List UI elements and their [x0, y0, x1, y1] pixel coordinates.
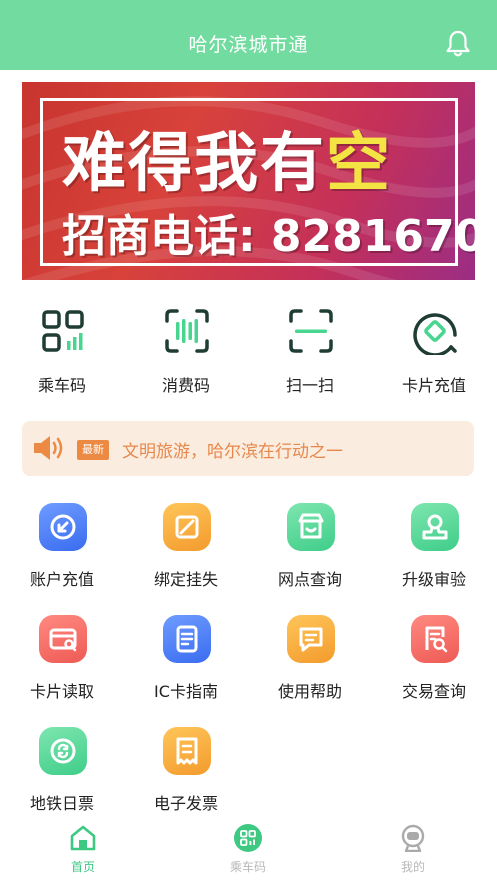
quick-scan[interactable]: 扫一扫: [248, 303, 372, 403]
ad-banner[interactable]: 难得我有空 招商电话: 82816700: [22, 82, 475, 280]
home-icon: [70, 825, 96, 851]
service-account-recharge[interactable]: 账户充值: [0, 503, 124, 603]
news-badge: 最新: [77, 440, 109, 460]
tab-profile[interactable]: 我的: [358, 824, 468, 880]
page-title: 哈尔滨城市通: [188, 34, 309, 56]
service-label: IC卡指南: [154, 682, 218, 701]
tab-home-label: 首页: [70, 860, 95, 874]
quick-payment-code-label: 消费码: [161, 376, 210, 395]
banner-headline: 难得我有空: [62, 112, 392, 204]
banner-phone: 招商电话: 82816700: [62, 211, 475, 262]
service-label: 网点查询: [277, 570, 342, 589]
service-help[interactable]: 使用帮助: [248, 615, 372, 715]
tab-ride-code[interactable]: 乘车码: [193, 824, 303, 880]
bell-icon[interactable]: [445, 30, 471, 58]
card-recharge-icon: [413, 313, 457, 355]
service-transaction-search[interactable]: 交易查询: [372, 615, 496, 715]
quick-card-recharge-label: 卡片充值: [401, 376, 466, 395]
card-read-icon: [39, 615, 87, 663]
ic-card-guide-icon: [163, 615, 211, 663]
qr-code-icon: [42, 310, 84, 352]
service-e-invoice[interactable]: 电子发票: [124, 727, 248, 827]
service-card-read[interactable]: 卡片读取: [0, 615, 124, 715]
service-upgrade-verify[interactable]: 升级审验: [372, 503, 496, 603]
tab-home[interactable]: 首页: [28, 824, 138, 880]
payment-scan-icon: [165, 309, 209, 353]
banner-headline-highlight: 空: [326, 127, 392, 201]
outlet-search-icon: [287, 503, 335, 551]
service-ic-card-guide[interactable]: IC卡指南: [124, 615, 248, 715]
speaker-icon: [34, 436, 63, 460]
banner-headline-main: 难得我有: [62, 127, 326, 201]
tab-profile-label: 我的: [400, 860, 425, 874]
service-label: 交易查询: [401, 682, 466, 701]
metro-day-ticket-icon: [39, 727, 87, 775]
service-label: 电子发票: [153, 794, 218, 813]
e-invoice-icon: [163, 727, 211, 775]
news-text: 文明旅游，哈尔滨在行动之一: [122, 442, 343, 462]
app-header: 哈尔滨城市通: [0, 0, 497, 70]
service-outlet-search[interactable]: 网点查询: [248, 503, 372, 603]
bind-report-loss-icon: [163, 503, 211, 551]
service-label: 绑定挂失: [153, 570, 218, 589]
quick-card-recharge[interactable]: 卡片充值: [372, 303, 496, 403]
transaction-search-icon: [411, 615, 459, 663]
scan-icon: [289, 309, 333, 353]
quick-actions: 乘车码 消费码 扫一扫 卡片充值: [0, 303, 497, 403]
service-label: 账户充值: [29, 570, 94, 589]
news-notice-bar[interactable]: 最新 文明旅游，哈尔滨在行动之一: [22, 421, 474, 476]
service-label: 升级审验: [401, 570, 466, 589]
account-recharge-icon: [39, 503, 87, 551]
bottom-tab-bar: 首页 乘车码 我的: [0, 820, 497, 883]
tab-ride-code-label: 乘车码: [229, 860, 266, 874]
quick-scan-label: 扫一扫: [285, 376, 334, 395]
service-metro-day-ticket[interactable]: 地铁日票: [0, 727, 124, 827]
upgrade-verify-icon: [411, 503, 459, 551]
quick-ride-code[interactable]: 乘车码: [0, 303, 124, 403]
service-label: 卡片读取: [29, 682, 94, 701]
quick-payment-code[interactable]: 消费码: [124, 303, 248, 403]
service-bind-report-loss[interactable]: 绑定挂失: [124, 503, 248, 603]
profile-icon: [401, 824, 425, 852]
service-label: 地铁日票: [29, 794, 94, 813]
service-label: 使用帮助: [277, 682, 342, 701]
quick-ride-code-label: 乘车码: [37, 376, 86, 395]
help-icon: [287, 615, 335, 663]
ride-code-icon: [234, 824, 262, 852]
